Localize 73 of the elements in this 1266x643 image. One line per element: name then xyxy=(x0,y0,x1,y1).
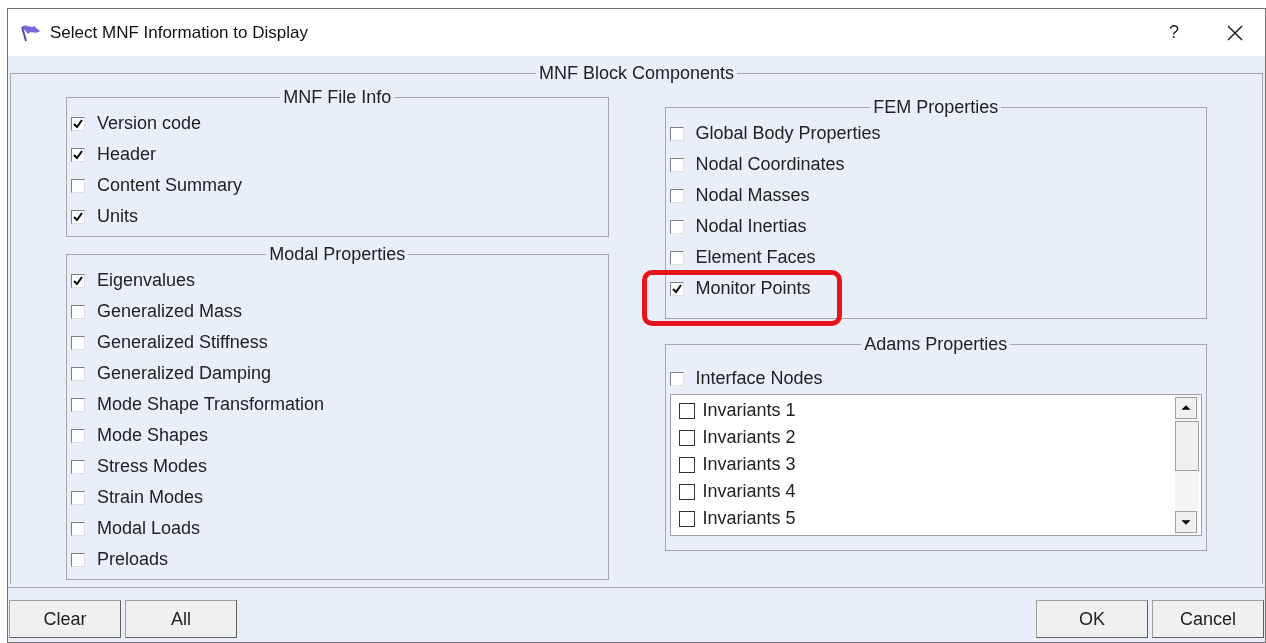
checkbox[interactable] xyxy=(669,371,684,386)
checkbox-label: Element Faces xyxy=(695,246,816,269)
checkbox[interactable] xyxy=(71,552,85,567)
checkbox[interactable] xyxy=(71,490,85,505)
checkbox[interactable] xyxy=(669,219,684,234)
scrollbar[interactable] xyxy=(1175,395,1199,535)
checkbox[interactable] xyxy=(669,281,684,296)
checkbox[interactable] xyxy=(678,456,695,473)
window-title: Select MNF Information to Display xyxy=(50,21,308,44)
checkbox-label: Generalized Mass xyxy=(97,300,243,323)
checkbox[interactable] xyxy=(678,483,695,500)
checkbox-label: Generalized Stiffness xyxy=(97,331,268,354)
checkbox-label: Strain Modes xyxy=(97,486,204,509)
checkbox[interactable] xyxy=(71,147,85,162)
list-item-label: Invariants 4 xyxy=(702,480,796,503)
close-icon xyxy=(1227,24,1243,41)
checkbox[interactable] xyxy=(71,366,85,381)
checkmark-icon xyxy=(73,275,83,286)
close-button[interactable] xyxy=(1225,22,1245,43)
checkbox-label: Eigenvalues xyxy=(97,269,196,292)
checkbox-label: Stress Modes xyxy=(97,455,208,478)
checkbox-label: Version code xyxy=(97,112,202,135)
checkbox[interactable] xyxy=(71,397,85,412)
checkmark-icon xyxy=(73,211,83,222)
list-item-label: Invariants 1 xyxy=(702,399,796,422)
checkbox-label: Monitor Points xyxy=(695,277,811,300)
checkbox-label: Mode Shape Transformation xyxy=(97,393,325,416)
checkbox[interactable] xyxy=(71,178,85,193)
checkbox-label: Header xyxy=(97,143,157,166)
checkbox-label: Units xyxy=(97,205,138,228)
checkbox[interactable] xyxy=(71,521,85,536)
checkbox-label: Nodal Coordinates xyxy=(695,153,845,176)
scroll-down-icon[interactable] xyxy=(1175,511,1197,533)
group-title: FEM Properties xyxy=(872,96,1000,118)
checkmark-icon xyxy=(671,283,682,294)
checkbox[interactable] xyxy=(71,116,85,131)
checkbox-label: Nodal Inertias xyxy=(695,215,807,238)
checkbox[interactable] xyxy=(678,402,695,419)
checkbox-label: Modal Loads xyxy=(97,517,201,540)
list-item-label: Invariants 3 xyxy=(702,453,796,476)
checkbox[interactable] xyxy=(71,273,85,288)
checkbox[interactable] xyxy=(71,304,85,319)
group-title: MNF File Info xyxy=(282,86,393,108)
checkbox[interactable] xyxy=(71,335,85,350)
list-item-label: Invariants 2 xyxy=(702,426,796,449)
group-title: MNF Block Components xyxy=(537,62,736,84)
checkbox[interactable] xyxy=(669,250,684,265)
checkbox[interactable] xyxy=(71,459,85,474)
checkmark-icon xyxy=(73,118,83,129)
checkbox[interactable] xyxy=(678,510,695,527)
help-button[interactable]: ? xyxy=(1169,19,1179,46)
dialog-button[interactable]: Cancel xyxy=(1152,600,1264,638)
checkbox[interactable] xyxy=(71,209,85,224)
checkbox[interactable] xyxy=(669,188,684,203)
checkbox[interactable] xyxy=(669,126,684,141)
checkbox-label: Global Body Properties xyxy=(695,122,881,145)
list-item-label: Invariants 5 xyxy=(702,507,796,530)
dialog-button[interactable]: OK xyxy=(1036,600,1148,638)
checkbox[interactable] xyxy=(678,429,695,446)
checkbox-label: Nodal Masses xyxy=(695,184,810,207)
scroll-up-icon[interactable] xyxy=(1175,397,1197,419)
checkmark-icon xyxy=(73,149,83,160)
group-title: Adams Properties xyxy=(863,333,1009,355)
checkbox-label: Generalized Damping xyxy=(97,362,272,385)
dialog-button[interactable]: Clear xyxy=(9,600,121,638)
checkbox-label: Preloads xyxy=(97,548,169,571)
checkbox-label: Content Summary xyxy=(97,174,243,197)
checkbox[interactable] xyxy=(71,428,85,443)
group-title: Modal Properties xyxy=(268,243,407,265)
dialog-button[interactable]: All xyxy=(125,600,237,638)
checkbox-label: Mode Shapes xyxy=(97,424,209,447)
checkbox[interactable] xyxy=(669,157,684,172)
checkbox-label: Interface Nodes xyxy=(695,367,823,390)
